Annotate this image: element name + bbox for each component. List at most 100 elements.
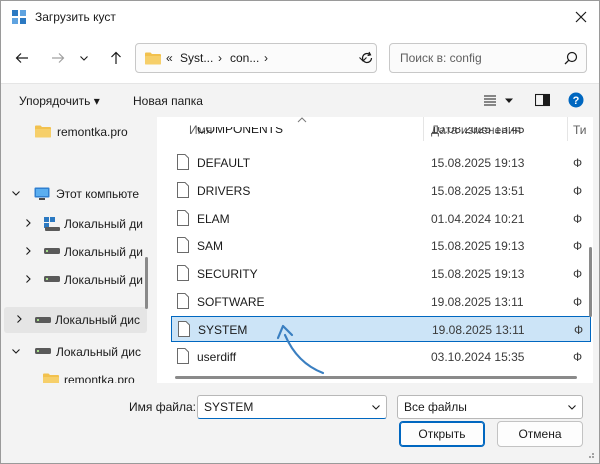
- file-name: SAM: [197, 239, 224, 253]
- drive-icon: [35, 348, 51, 354]
- drive-icon: [44, 248, 60, 254]
- load-hive-dialog: Загрузить куст « Syst... › con... › Поис…: [0, 0, 600, 464]
- annotation-arrow: [276, 324, 325, 375]
- file-type: Ф: [573, 350, 583, 364]
- file-name: userdiff: [197, 350, 237, 364]
- search-box[interactable]: Поиск в: config: [389, 43, 587, 73]
- up-button[interactable]: [105, 47, 127, 69]
- file-name: ELAM: [197, 212, 230, 226]
- nav-item-this-pc[interactable]: Этот компьюте: [1, 181, 149, 207]
- nav-item-local-disk[interactable]: Локальный дис: [1, 339, 149, 365]
- recent-locations-button[interactable]: [73, 47, 95, 69]
- file-row[interactable]: SECURITY 15.08.2025 19:13 Ф: [171, 261, 591, 287]
- file-date: 15.08.2025 13:51: [431, 184, 525, 198]
- file-type: Ф: [573, 239, 583, 253]
- chevron-right-icon[interactable]: [23, 218, 33, 228]
- arrow-left-icon: [15, 53, 28, 63]
- breadcrumb-overflow[interactable]: «: [166, 51, 173, 65]
- file-row[interactable]: DRIVERS 15.08.2025 13:51 Ф: [171, 178, 591, 204]
- title-bar: Загрузить куст: [1, 1, 599, 33]
- close-button[interactable]: [569, 5, 593, 29]
- nav-item-remontka[interactable]: remontka.pro: [1, 119, 149, 145]
- breadcrumb-system32[interactable]: Syst...: [180, 51, 213, 65]
- close-icon: [575, 11, 587, 23]
- regedit-app-icon: [11, 9, 27, 25]
- file-list-horizontal-scrollbar-thumb[interactable]: [175, 376, 577, 379]
- file-icon: [177, 293, 189, 309]
- nav-item-label: Локальный дис: [55, 313, 140, 327]
- refresh-button[interactable]: [356, 47, 378, 69]
- nav-item-remontka[interactable]: remontka.pro: [1, 367, 149, 383]
- breadcrumb-config[interactable]: con...: [230, 51, 259, 65]
- file-date: 15.08.2025 19:13: [431, 267, 525, 281]
- chevron-down-icon: [568, 405, 576, 410]
- file-name: SOFTWARE: [197, 295, 265, 309]
- file-icon: [177, 265, 189, 281]
- help-icon[interactable]: ?: [568, 92, 584, 108]
- dialog-footer: Имя файла: SYSTEM Все файлы Открыть Отме…: [1, 383, 599, 463]
- address-bar[interactable]: « Syst... › con... ›: [135, 43, 377, 73]
- nav-item-label: Локальный дис: [56, 345, 141, 359]
- filename-input[interactable]: SYSTEM: [197, 395, 387, 419]
- file-date: 19.08.2025 13:11: [432, 323, 525, 337]
- filetype-select[interactable]: Все файлы: [397, 395, 583, 419]
- file-name: COMPONENTS: [197, 127, 284, 136]
- computer-icon: [34, 187, 50, 200]
- organize-button[interactable]: Упорядочить ▾: [19, 94, 100, 108]
- file-date: 10.08.2025 13:45: [431, 127, 525, 136]
- arrow-right-icon: [52, 53, 65, 63]
- file-icon: [177, 237, 189, 253]
- file-list-scrollbar-thumb[interactable]: [589, 247, 592, 317]
- file-row-selected[interactable]: SYSTEM 19.08.2025 13:11 Ф: [171, 316, 591, 342]
- svg-text:?: ?: [573, 95, 580, 107]
- file-type: Ф: [573, 212, 583, 226]
- file-row[interactable]: SAM 15.08.2025 19:13 Ф: [171, 233, 591, 259]
- drive-icon: [35, 317, 51, 323]
- chevron-right-icon[interactable]: [23, 246, 33, 256]
- breadcrumb-separator[interactable]: ›: [218, 51, 222, 65]
- list-view-icon[interactable]: [483, 93, 497, 107]
- file-row[interactable]: ELAM 01.04.2024 10:21 Ф: [171, 206, 591, 232]
- file-row[interactable]: COMPONENTS 10.08.2025 13:45: [171, 127, 591, 143]
- sort-ascending-icon: [297, 117, 307, 123]
- nav-item-label: Локальный ди: [64, 245, 143, 259]
- nav-item-local-disk[interactable]: Локальный ди: [1, 211, 149, 237]
- nav-item-label: remontka.pro: [64, 373, 135, 383]
- nav-item-label: Локальный ди: [64, 273, 143, 287]
- chevron-down-icon[interactable]: [11, 188, 21, 198]
- new-folder-button[interactable]: Новая папка: [133, 94, 203, 108]
- file-list: Имя Дата изменения Ти COMPONENTS 10.08.2…: [157, 117, 593, 383]
- file-name: SYSTEM: [198, 323, 248, 337]
- breadcrumb-separator[interactable]: ›: [264, 51, 268, 65]
- back-button[interactable]: [11, 47, 33, 69]
- nav-item-local-disk-selected[interactable]: Локальный дис: [4, 307, 147, 333]
- forward-button[interactable]: [47, 47, 69, 69]
- nav-item-local-disk[interactable]: Локальный ди: [1, 267, 149, 293]
- file-name: SECURITY: [197, 267, 258, 281]
- file-icon: [177, 154, 189, 170]
- search-placeholder: Поиск в: config: [400, 51, 482, 65]
- nav-item-label: remontka.pro: [57, 125, 128, 139]
- chevron-down-icon[interactable]: [371, 402, 381, 412]
- cancel-button[interactable]: Отмена: [497, 421, 583, 447]
- folder-icon: [35, 125, 51, 138]
- view-options-dropdown-icon[interactable]: [504, 97, 514, 105]
- file-row[interactable]: DEFAULT 15.08.2025 19:13 Ф: [171, 150, 591, 176]
- chevron-down-icon[interactable]: [11, 346, 21, 356]
- file-type: Ф: [573, 267, 583, 281]
- command-bar: Упорядочить ▾ Новая папка ?: [1, 83, 599, 117]
- nav-item-local-disk[interactable]: Локальный ди: [1, 239, 149, 265]
- preview-pane-icon[interactable]: [535, 93, 550, 107]
- nav-scrollbar-thumb[interactable]: [145, 257, 148, 309]
- file-row[interactable]: userdiff 03.10.2024 15:35 Ф: [171, 344, 591, 370]
- resize-grip-icon[interactable]: [585, 449, 595, 459]
- chevron-right-icon[interactable]: [14, 314, 24, 324]
- chevron-right-icon[interactable]: [23, 274, 33, 284]
- file-row[interactable]: SOFTWARE 19.08.2025 13:11 Ф: [171, 289, 591, 315]
- file-type: Ф: [574, 323, 584, 337]
- file-date: 15.08.2025 19:13: [431, 239, 525, 253]
- file-icon: [177, 210, 189, 226]
- filename-value: SYSTEM: [204, 400, 254, 414]
- open-button[interactable]: Открыть: [399, 421, 485, 447]
- filename-label: Имя файла:: [129, 400, 196, 414]
